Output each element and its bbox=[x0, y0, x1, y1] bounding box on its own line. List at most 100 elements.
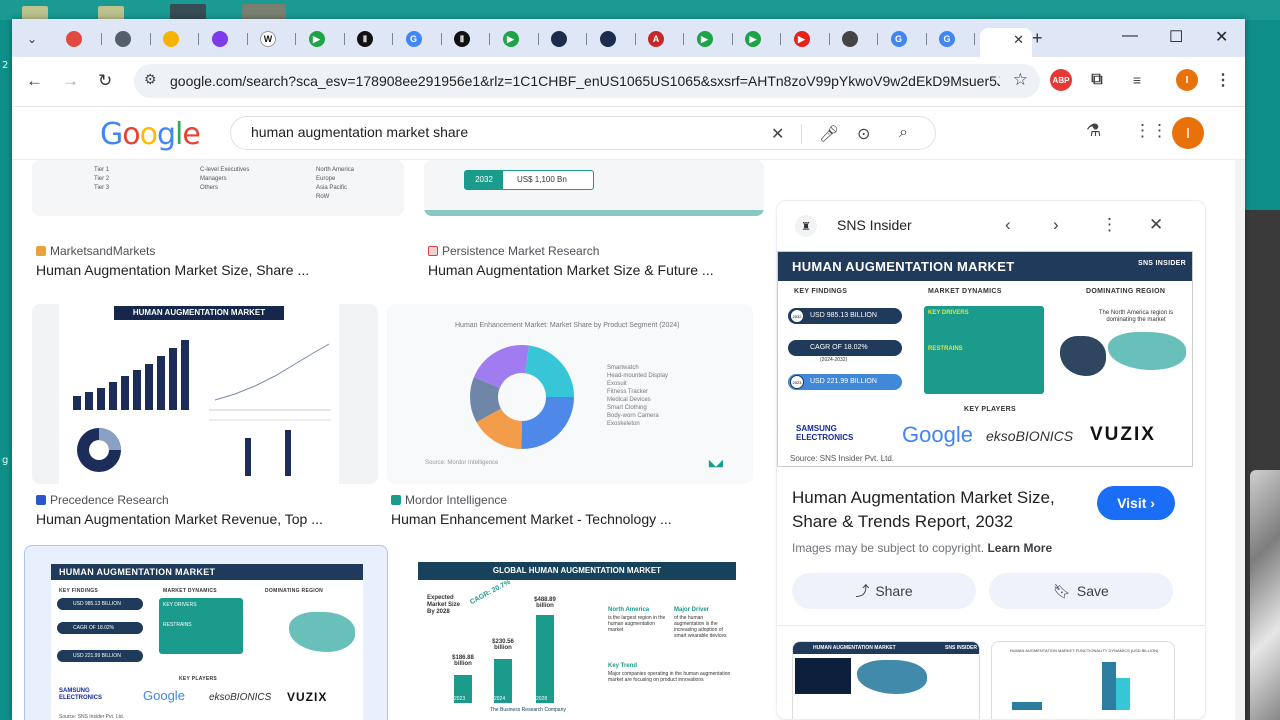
chevron-right-icon[interactable]: › bbox=[1053, 215, 1059, 235]
tab-separator bbox=[877, 33, 878, 45]
browser-tab[interactable] bbox=[155, 28, 199, 50]
result-title[interactable]: Human Augmentation Market Revenue, Top .… bbox=[36, 511, 323, 527]
panel-site-name[interactable]: SNS Insider bbox=[837, 217, 912, 233]
maximize-icon[interactable]: ☐ bbox=[1169, 27, 1183, 47]
google-logo[interactable]: Google bbox=[100, 117, 201, 152]
result-source[interactable]: Mordor Intelligence bbox=[391, 493, 507, 507]
result-image-6[interactable]: GLOBAL HUMAN AUGMENTATION MARKET Expecte… bbox=[400, 545, 748, 720]
browser-tab[interactable] bbox=[543, 28, 587, 50]
account-avatar[interactable]: I bbox=[1172, 117, 1204, 149]
brc-driver-text: of the human augmentation is the increas… bbox=[674, 615, 727, 639]
chart-sheet: HUMAN AUGMENTATION MARKET bbox=[59, 304, 339, 484]
clear-search-icon[interactable]: ✕ bbox=[771, 124, 784, 144]
tab-favicon: A bbox=[648, 31, 664, 47]
tab-favicon: Ⅱ bbox=[357, 31, 373, 47]
related-image-2[interactable]: HUMAN AUGMENTATION MARKET FUNCTIONALITY … bbox=[991, 641, 1175, 719]
preview-cagr-years: (2024-2032) bbox=[820, 357, 848, 363]
window-close-icon[interactable]: ✕ bbox=[1215, 27, 1228, 47]
browser-tab[interactable]: G bbox=[398, 28, 442, 50]
back-icon[interactable]: ← bbox=[26, 71, 43, 91]
result-image-2[interactable]: 2032 US$ 1,100 Bn bbox=[424, 160, 764, 216]
result-title[interactable]: Human Augmentation Market Size, Share ..… bbox=[36, 262, 309, 278]
result-image-5-selected[interactable]: HUMAN AUGMENTATION MARKET KEY FINDINGS U… bbox=[24, 545, 388, 720]
browser-tab[interactable]: ▶ bbox=[495, 28, 539, 50]
lens-search-icon[interactable]: ⊙ bbox=[857, 124, 870, 144]
bookmark-star-icon[interactable]: ☆ bbox=[1013, 70, 1028, 90]
labs-flask-icon[interactable]: ⚗ bbox=[1086, 121, 1101, 141]
apps-grid-icon[interactable]: ⋮⋮ bbox=[1134, 121, 1168, 141]
adblock-extension-icon[interactable]: ABP bbox=[1050, 69, 1072, 91]
tab-separator bbox=[634, 33, 636, 45]
browser-tab[interactable]: Ⅱ bbox=[349, 28, 393, 50]
preview-brand: SNS INSIDER bbox=[1137, 260, 1186, 267]
share-button[interactable]: ⤴ Share bbox=[792, 573, 976, 609]
new-tab-icon[interactable]: + bbox=[1032, 28, 1043, 49]
close-panel-icon[interactable]: ✕ bbox=[1149, 215, 1163, 235]
key-findings-label: KEY FINDINGS bbox=[59, 588, 99, 594]
forward-icon[interactable]: → bbox=[62, 71, 79, 91]
desktop-edge-text: 2 bbox=[2, 60, 9, 71]
browser-tab[interactable] bbox=[592, 28, 636, 50]
media-controls-icon[interactable]: ≡ bbox=[1126, 69, 1148, 91]
browser-toolbar: ← → ↻ ⚙ google.com/search?sca_esv=178908… bbox=[12, 57, 1245, 107]
legend-col-3: North America Europe Asia Pacific RoW bbox=[316, 167, 355, 200]
browser-tab[interactable]: ▶ bbox=[301, 28, 345, 50]
address-bar[interactable]: ⚙ google.com/search?sca_esv=178908ee2919… bbox=[134, 64, 1040, 98]
browser-tab[interactable] bbox=[834, 28, 878, 50]
brc-driver: Major Driver bbox=[674, 607, 710, 613]
browser-tab[interactable] bbox=[58, 28, 102, 50]
more-vert-icon[interactable]: ⋮ bbox=[1101, 215, 1118, 235]
search-box[interactable]: ✕ 🎤︎ ⊙ ⌕ bbox=[230, 116, 936, 150]
related-image-1[interactable]: HUMAN AUGMENTATION MARKET SNS INSIDER bbox=[792, 641, 980, 719]
reload-icon[interactable]: ↻ bbox=[98, 71, 112, 91]
minimize-icon[interactable]: — bbox=[1122, 27, 1138, 45]
browser-tab[interactable] bbox=[204, 28, 248, 50]
browser-menu-icon[interactable]: ⋮ bbox=[1212, 69, 1234, 91]
year-badge: 2032 bbox=[790, 309, 804, 323]
tab-favicon bbox=[599, 31, 616, 47]
search-icon[interactable]: ⌕ bbox=[899, 124, 908, 142]
tab-search-icon[interactable]: ⌄ bbox=[22, 29, 42, 49]
browser-tab[interactable]: Ⅱ bbox=[446, 28, 490, 50]
key-players-label: KEY PLAYERS bbox=[179, 676, 218, 682]
browser-tab[interactable]: ▶ bbox=[689, 28, 733, 50]
browser-tab[interactable]: G bbox=[883, 28, 927, 50]
dominating-region-label: DOMINATING REGION bbox=[265, 588, 324, 594]
mini-charts bbox=[73, 340, 331, 476]
browser-tab[interactable]: ▶ bbox=[786, 28, 830, 50]
result-title[interactable]: Human Augmentation Market Size & Future … bbox=[428, 262, 714, 278]
source-favicon-icon bbox=[36, 246, 46, 256]
voice-search-icon[interactable]: 🎤︎ bbox=[819, 124, 839, 144]
tab-separator bbox=[295, 33, 296, 45]
learn-more-link[interactable]: Learn More bbox=[987, 541, 1052, 555]
close-icon[interactable]: ✕ bbox=[1013, 32, 1024, 48]
bar-value: $186.88 billion bbox=[452, 655, 474, 667]
result-title[interactable]: Human Enhancement Market - Technology ..… bbox=[391, 511, 672, 527]
result-source[interactable]: MarketsandMarkets bbox=[36, 244, 155, 258]
browser-tab[interactable] bbox=[107, 28, 151, 50]
result-source[interactable]: Precedence Research bbox=[36, 493, 169, 507]
result-source[interactable]: Persistence Market Research bbox=[428, 244, 599, 258]
result-image-4[interactable]: Human Enhancement Market: Market Share b… bbox=[387, 304, 753, 484]
chevron-left-icon[interactable]: ‹ bbox=[1005, 215, 1011, 235]
page-scrollbar[interactable] bbox=[1235, 108, 1245, 720]
browser-tab[interactable]: W bbox=[252, 28, 296, 50]
browser-tab[interactable]: G bbox=[931, 28, 975, 50]
profile-avatar-icon[interactable]: I bbox=[1176, 69, 1198, 91]
result-image-1[interactable]: Tier 1 Tier 2 Tier 3 C-level Executives Man… bbox=[32, 160, 404, 216]
panel-title[interactable]: Human Augmentation Market Size, Share & … bbox=[792, 486, 1102, 534]
related-brand: SNS INSIDER bbox=[945, 645, 977, 651]
browser-tab[interactable]: ▶ bbox=[737, 28, 781, 50]
search-input[interactable] bbox=[251, 124, 751, 140]
bar-year: 2023 bbox=[454, 696, 466, 702]
url-text[interactable]: google.com/search?sca_esv=178908ee291956… bbox=[170, 73, 1000, 89]
result-image-3[interactable]: HUMAN AUGMENTATION MARKET bbox=[32, 304, 378, 484]
save-button[interactable]: 🔖︎ Save bbox=[989, 573, 1173, 609]
extensions-puzzle-icon[interactable]: ⧉ bbox=[1086, 69, 1108, 91]
visit-button[interactable]: Visit › bbox=[1097, 486, 1175, 520]
panel-preview-image[interactable]: HUMAN AUGMENTATION MARKET SNS INSIDER KE… bbox=[777, 251, 1193, 467]
site-info-icon[interactable]: ⚙ bbox=[144, 71, 157, 88]
tab-active[interactable]: ✕ bbox=[980, 28, 1032, 57]
infographic-thumb: HUMAN AUGMENTATION MARKET KEY FINDINGS U… bbox=[51, 564, 363, 720]
browser-tab[interactable]: A bbox=[640, 28, 684, 50]
